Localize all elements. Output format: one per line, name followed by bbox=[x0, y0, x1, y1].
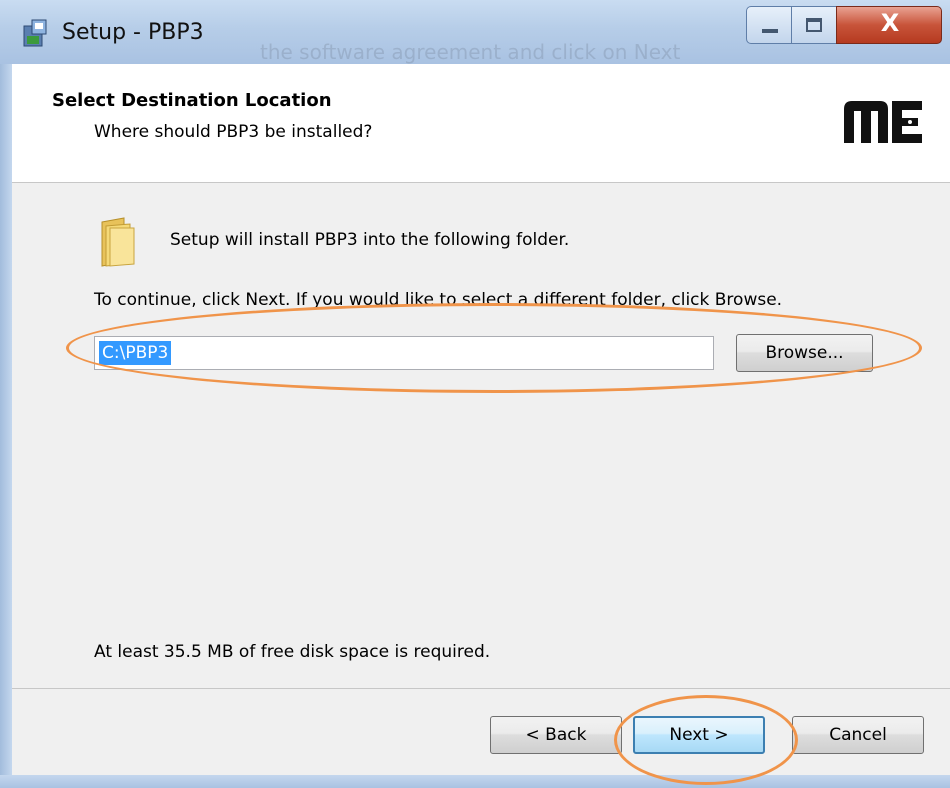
minimize-icon bbox=[762, 29, 778, 33]
cancel-button[interactable]: Cancel bbox=[792, 716, 924, 754]
destination-path-value: C:\PBP3 bbox=[99, 341, 172, 365]
title-bar[interactable]: Setup - PBP3 the software agreement and … bbox=[0, 0, 950, 65]
me-logo-icon bbox=[844, 101, 922, 143]
page-title: Select Destination Location bbox=[52, 90, 332, 111]
setup-window: Setup - PBP3 the software agreement and … bbox=[0, 0, 950, 788]
next-button[interactable]: Next > bbox=[633, 716, 765, 754]
background-blur-text: the software agreement and click on Next bbox=[260, 40, 681, 64]
close-icon: X bbox=[880, 9, 900, 37]
close-button[interactable]: X bbox=[836, 6, 942, 44]
window-bottom-border bbox=[0, 775, 950, 788]
back-button[interactable]: < Back bbox=[490, 716, 622, 754]
maximize-icon bbox=[806, 18, 822, 32]
window-left-border bbox=[0, 64, 12, 788]
install-message: Setup will install PBP3 into the followi… bbox=[170, 230, 570, 250]
continue-instructions: To continue, click Next. If you would li… bbox=[94, 290, 783, 310]
window-title: Setup - PBP3 bbox=[62, 20, 204, 45]
page-subtitle: Where should PBP3 be installed? bbox=[94, 122, 373, 142]
browse-button[interactable]: Browse... bbox=[736, 334, 873, 372]
wizard-content bbox=[12, 183, 950, 689]
destination-path-input[interactable]: C:\PBP3 bbox=[94, 336, 714, 370]
setup-app-icon bbox=[23, 19, 47, 47]
folder-icon bbox=[101, 217, 135, 267]
disk-space-requirement: At least 35.5 MB of free disk space is r… bbox=[94, 642, 491, 662]
minimize-button[interactable] bbox=[746, 6, 792, 44]
maximize-button[interactable] bbox=[791, 6, 837, 44]
